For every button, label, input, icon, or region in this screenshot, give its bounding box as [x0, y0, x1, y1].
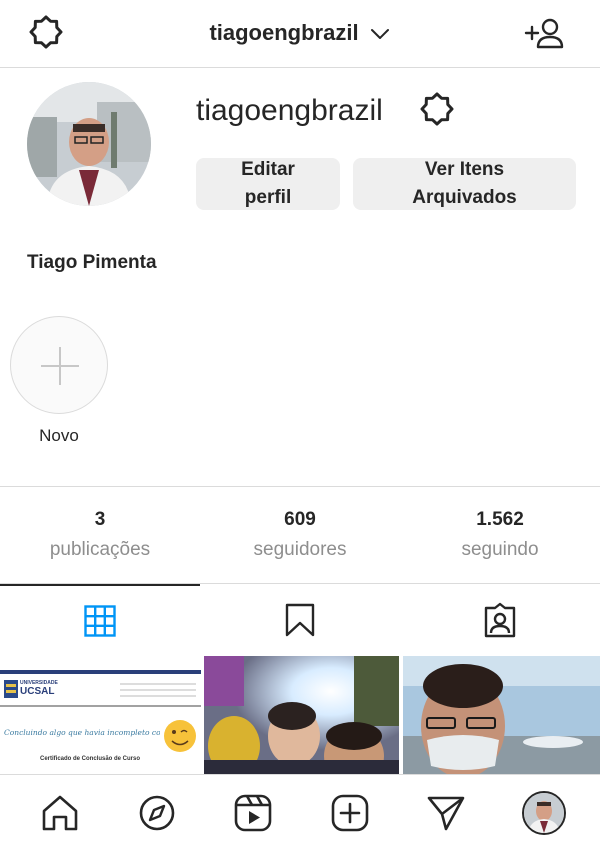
stat-followers[interactable]: 609 seguidores: [200, 509, 400, 561]
post-certificate[interactable]: UNIVERSIDADE UCSAL Concluindo algo que h…: [0, 656, 201, 774]
paper-plane-icon[interactable]: [426, 793, 466, 833]
profile-photo: [27, 82, 151, 206]
profile-username: tiagoengbrazil: [196, 94, 383, 127]
new-highlight-label: Novo: [39, 426, 79, 445]
certificate-script-text: Concluindo algo que havia incompleto com…: [4, 728, 160, 737]
stat-following-label: seguindo: [461, 539, 539, 560]
header-username[interactable]: tiagoengbrazil: [0, 20, 600, 46]
certificate-logo-line2: UCSAL: [20, 686, 55, 697]
stat-following[interactable]: 1.562 seguindo: [400, 509, 600, 561]
crowd-photo: [204, 656, 399, 774]
certificate-caption: Certificado de Conclusão de Curso: [40, 756, 141, 762]
view-archive-button[interactable]: Ver Itens Arquivados: [353, 158, 576, 210]
view-archive-label-line1: Ver Itens: [424, 159, 505, 180]
plus-square-icon[interactable]: [330, 793, 370, 833]
stat-posts: 3 publicações: [0, 509, 200, 561]
profile-tabs: [0, 584, 600, 656]
top-bar: tiagoengbrazil: [0, 0, 600, 68]
stat-followers-label: seguidores: [253, 539, 347, 560]
tab-saved[interactable]: [200, 584, 400, 656]
edit-profile-label-line1: Editar: [241, 159, 295, 180]
view-archive-label-line2: Arquivados: [412, 187, 517, 208]
post-photo-crowd[interactable]: [204, 656, 399, 774]
compass-icon[interactable]: [137, 793, 177, 833]
plus-icon: [41, 347, 79, 385]
profile-full-name: Tiago Pimenta: [27, 252, 157, 273]
profile-stats: 3 publicações 609 seguidores 1.562 segui…: [0, 486, 600, 584]
header-username-text: tiagoengbrazil: [209, 20, 359, 45]
new-highlight-button[interactable]: [10, 316, 108, 414]
stat-posts-value: 3: [94, 509, 106, 530]
edit-profile-button[interactable]: Editar perfil: [196, 158, 340, 210]
grid-icon: [84, 605, 116, 637]
stat-following-value: 1.562: [476, 509, 524, 530]
add-person-icon[interactable]: [524, 16, 566, 50]
tab-posts-grid[interactable]: [0, 584, 200, 656]
profile-settings-gear-icon[interactable]: [418, 90, 456, 128]
bottom-navigation: [0, 774, 600, 853]
profile-avatar[interactable]: [27, 82, 151, 206]
chevron-down-icon[interactable]: [369, 23, 391, 45]
tagged-person-icon: [484, 602, 516, 638]
tab-tagged[interactable]: [400, 584, 600, 656]
stat-posts-label: publicações: [49, 539, 151, 560]
avatar: [524, 793, 564, 833]
post-photo-airport[interactable]: [403, 656, 600, 774]
airport-photo: [403, 656, 600, 774]
edit-profile-label-line2: perfil: [244, 187, 292, 208]
home-icon[interactable]: [40, 793, 80, 833]
stat-followers-value: 609: [284, 509, 316, 530]
profile-nav-avatar[interactable]: [522, 791, 566, 835]
bookmark-icon: [285, 603, 315, 637]
posts-grid: UNIVERSIDADE UCSAL Concluindo algo que h…: [0, 656, 600, 774]
reels-icon[interactable]: [233, 793, 273, 833]
